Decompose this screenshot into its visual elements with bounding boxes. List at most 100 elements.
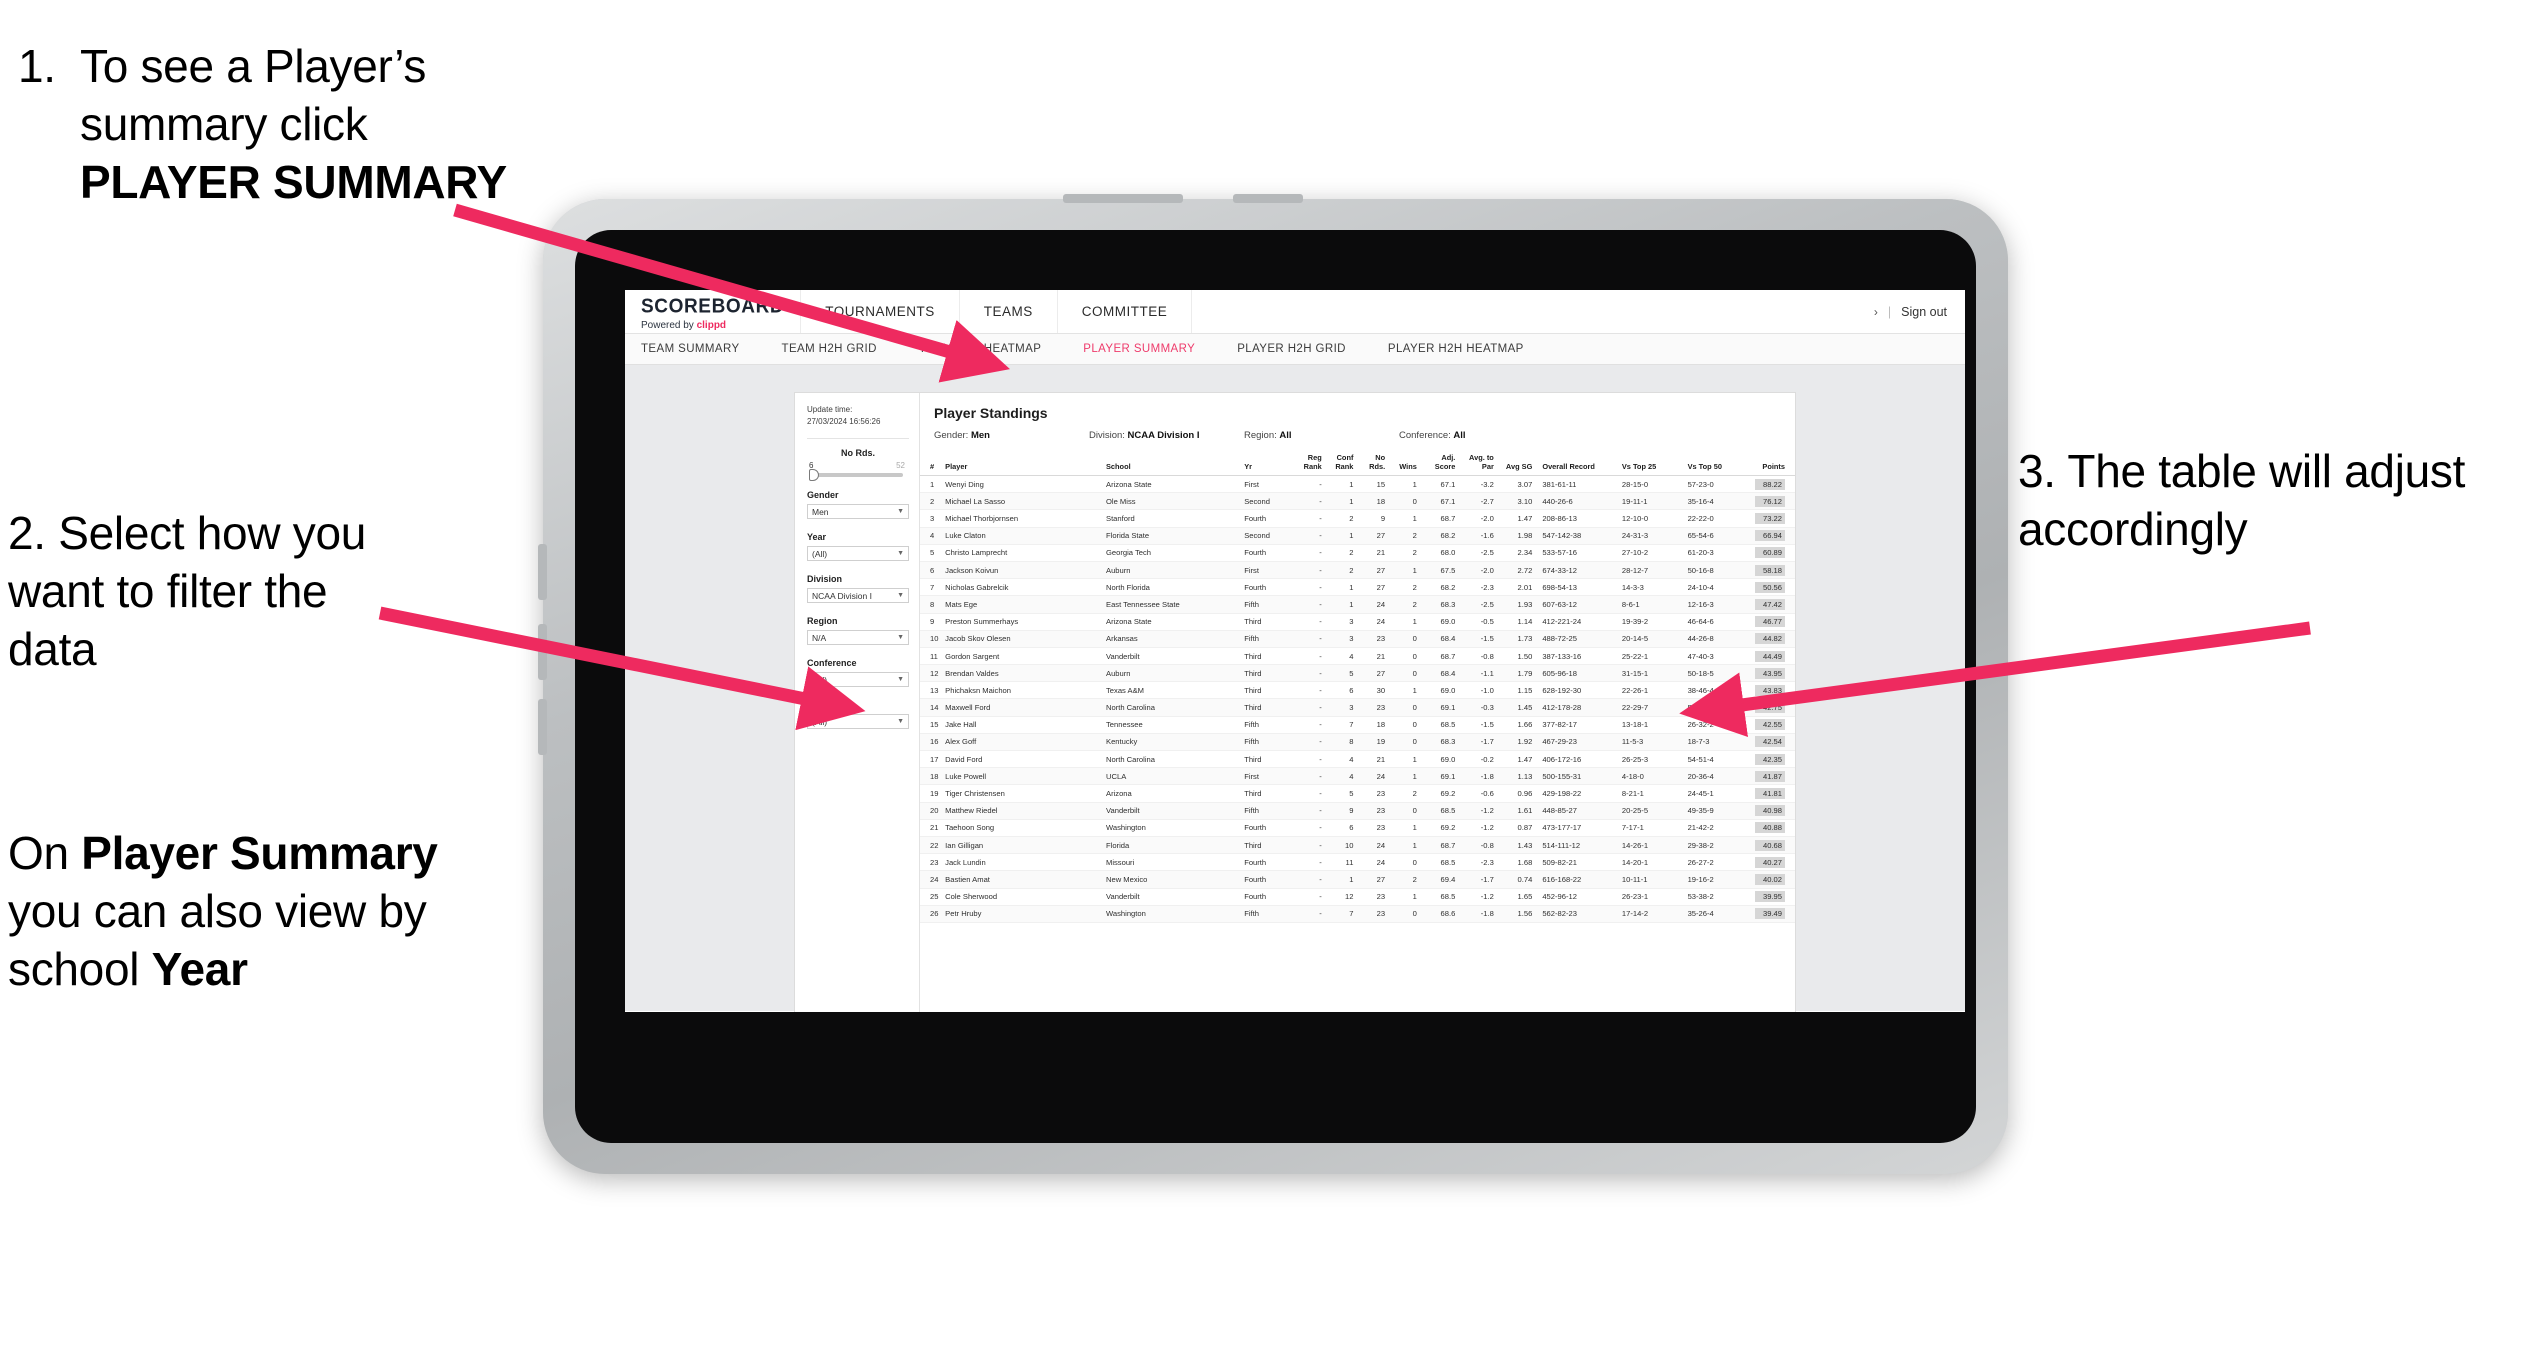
table-row[interactable]: 25 Cole Sherwood Vanderbilt Fourth -12 23 1 68.… (920, 888, 1795, 906)
cell-overall-record: 562-82-23 (1534, 905, 1616, 923)
table-row[interactable]: 17 David Ford North Carolina Third -4 21 1 69.0… (920, 750, 1795, 769)
col-overall-record[interactable]: Overall Record (1534, 451, 1616, 477)
table-row[interactable]: 18 Luke Powell UCLA First -4 24 1 69.1 -1.8 1.13 5… (920, 767, 1795, 786)
filter-gender-select[interactable]: Men ▼ (807, 504, 909, 520)
filter-conference-select[interactable]: (All) ▼ (807, 672, 909, 688)
table-row[interactable]: 19 Tiger Christensen Arizona Third -5 23 2 69.2… (920, 784, 1795, 803)
table-row[interactable]: 15 Jake Hall Tennessee Fifth -7 18 0 68.5 -1.5 1.… (920, 716, 1795, 734)
points-value: 88.22 (1755, 478, 1785, 490)
cell-adj-score: 68.5 (1418, 853, 1458, 872)
cell-yr: Second (1242, 492, 1293, 511)
table-row[interactable]: 2 Michael La Sasso Ole Miss Second -1 18 0 67.1… (920, 492, 1795, 511)
cell-yr: Third (1242, 698, 1293, 717)
table-row[interactable]: 8 Mats Ege East Tennessee State Fifth -1 24 2 6… (920, 595, 1795, 614)
col-wins[interactable]: Wins (1387, 451, 1419, 477)
col-no-rds[interactable]: No Rds. (1355, 451, 1388, 477)
subnav-item-player-summary[interactable]: PLAYER SUMMARY (1083, 343, 1215, 355)
table-row[interactable]: 5 Christo Lamprecht Georgia Tech Fourth -2 21… (920, 544, 1795, 562)
table-row[interactable]: 22 Ian Gilligan Florida Third -10 24 1 68.7 -0.8… (920, 836, 1795, 855)
cell-rank: 25 (920, 888, 944, 906)
cell-points: 42.54 (1747, 733, 1795, 752)
cell-school: Florida State (1104, 527, 1243, 545)
tablet-top-button-2 (1233, 194, 1303, 203)
subnav-item-player-h2h-grid[interactable]: PLAYER H2H GRID (1237, 343, 1366, 355)
cell-vs-top-25: 14-20-1 (1615, 853, 1682, 872)
filter-division-select[interactable]: NCAA Division I ▼ (807, 588, 909, 604)
col-player[interactable]: Player (943, 451, 1104, 477)
points-value: 42.55 (1755, 719, 1785, 731)
logo-subtitle: Powered by clippd (641, 320, 784, 331)
cell-avg-sg: 1.43 (1495, 836, 1535, 855)
subnav-item-team-summary[interactable]: TEAM SUMMARY (641, 343, 760, 355)
table-row[interactable]: 11 Gordon Sargent Vanderbilt Third -4 21 0 68.7… (920, 647, 1795, 666)
cell-overall-record: 381-61-11 (1534, 475, 1616, 494)
cell-avg-to-par: -2.3 (1457, 578, 1496, 597)
col-points-label: Points (1762, 461, 1785, 471)
col-adj-score[interactable]: Adj. Score (1418, 451, 1458, 477)
table-row[interactable]: 13 Phichaksn Maichon Texas A&M Third -6 30 1 69… (920, 681, 1795, 700)
col-rank[interactable]: # (920, 451, 944, 477)
filter-region-label: Region (807, 616, 838, 627)
cell-overall-record: 674-33-12 (1534, 561, 1616, 580)
cell-avg-sg: 1.66 (1495, 716, 1535, 734)
table-row[interactable]: 26 Petr Hruby Washington Fifth -7 23 0 68.6 -1.8… (920, 905, 1795, 923)
col-avg-sg[interactable]: Avg SG (1495, 451, 1535, 477)
table-row[interactable]: 9 Preston Summerhays Arizona State Third -3 2… (920, 613, 1795, 631)
col-reg-rank[interactable]: Reg Rank (1292, 451, 1324, 477)
table-row[interactable]: 24 Bastien Amat New Mexico Fourth -1 27 2 69.4-… (920, 870, 1795, 889)
table-row[interactable]: 21 Taehoon Song Washington Fourth -6 23 1 69.2-… (920, 819, 1795, 837)
table-row[interactable]: 16 Alex Goff Kentucky Fifth -8 19 0 68.3 -1.7 1.9… (920, 733, 1795, 752)
table-row[interactable]: 1 Wenyi Ding Arizona State First -1 15 1 67.1 -3… (920, 475, 1795, 494)
cell-adj-score: 69.4 (1418, 870, 1458, 889)
cell-avg-sg: 0.87 (1495, 819, 1535, 837)
table-row[interactable]: 6 Jackson Koivun Auburn First -2 27 1 67.5 -2.0 2… (920, 561, 1795, 580)
top-menu-item-tournaments[interactable]: TOURNAMENTS (801, 290, 960, 333)
cell-player: Cole Sherwood (943, 888, 1104, 906)
subnav-item-team-h2h-grid[interactable]: TEAM H2H GRID (782, 343, 897, 355)
filter-player-select[interactable]: (All) ▼ (807, 714, 909, 730)
cell-rank: 21 (920, 819, 944, 837)
table-row[interactable]: 7 Nicholas Gabrelcik North Florida Fourth -1… (920, 578, 1795, 597)
col-vs-top-25[interactable]: Vs Top 25 (1615, 451, 1682, 477)
col-points[interactable]: Points (1747, 451, 1795, 477)
cell-conf-rank: 10 (1323, 836, 1356, 855)
subnav-item-player-h2h-heatmap[interactable]: PLAYER H2H HEATMAP (1388, 343, 1544, 355)
sign-out-link[interactable]: Sign out (1901, 305, 1947, 319)
top-menu-item-teams[interactable]: TEAMS (960, 290, 1058, 333)
col-avg-to-par[interactable]: Avg. to Par (1457, 451, 1496, 477)
no-rounds-slider-track[interactable] (809, 469, 903, 482)
top-menu-item-committee[interactable]: COMMITTEE (1058, 290, 1193, 333)
chevron-right-icon[interactable]: › (1874, 305, 1878, 319)
cell-reg-rank: - (1292, 613, 1324, 631)
cell-no-rds: 24 (1355, 853, 1388, 872)
header-right-cluster: › | Sign out (1874, 290, 1965, 333)
table-row[interactable]: 14 Maxwell Ford North Carolina Third -3 23 0 69… (920, 698, 1795, 717)
cell-adj-score: 68.4 (1418, 630, 1458, 648)
table-row[interactable]: 4 Luke Claton Florida State Second -1 27 2 68.2… (920, 527, 1795, 545)
filter-year-select[interactable]: (All) ▼ (807, 546, 909, 562)
cell-vs-top-25: 22-29-7 (1615, 698, 1682, 717)
table-row[interactable]: 10 Jacob Skov Olesen Arkansas Fifth -3 23 0 68.… (920, 630, 1795, 648)
cell-overall-record: 440-26-6 (1534, 492, 1616, 511)
cell-avg-sg: 2.01 (1495, 578, 1535, 597)
workspace: Update time: 27/03/2024 16:56:26 No Rds.… (625, 365, 1965, 1012)
subnav-item-team-h2h-heatmap[interactable]: TEAM H2H HEATMAP (919, 343, 1061, 355)
cell-adj-score: 68.5 (1418, 888, 1458, 906)
col-school[interactable]: School (1104, 451, 1243, 477)
cell-school: Florida (1104, 836, 1243, 855)
app-logo[interactable]: SCOREBOARD Powered by clippd (625, 290, 802, 333)
table-row[interactable]: 20 Matthew Riedel Vanderbilt Fifth -9 23 0 68.5… (920, 802, 1795, 820)
table-row[interactable]: 23 Jack Lundin Missouri Fourth -11 24 0 68.5 -2.… (920, 853, 1795, 872)
col-conf-rank[interactable]: Conf Rank (1323, 451, 1356, 477)
cell-vs-top-50: 53-38-2 (1681, 888, 1748, 906)
cell-player: Luke Powell (943, 767, 1104, 786)
table-row[interactable]: 12 Brendan Valdes Auburn Third -5 27 0 68.4 -1.1… (920, 664, 1795, 683)
cell-reg-rank: - (1292, 905, 1324, 923)
cell-adj-score: 68.2 (1418, 578, 1458, 597)
no-rounds-slider-handle[interactable] (809, 469, 819, 482)
col-vs-top-50[interactable]: Vs Top 50 (1681, 451, 1748, 477)
col-yr[interactable]: Yr (1242, 451, 1293, 477)
table-row[interactable]: 3 Michael Thorbjornsen Stanford Fourth -2 9 1 6… (920, 509, 1795, 528)
cell-vs-top-25: 27-10-2 (1615, 544, 1682, 562)
filter-region-select[interactable]: N/A ▼ (807, 630, 909, 646)
